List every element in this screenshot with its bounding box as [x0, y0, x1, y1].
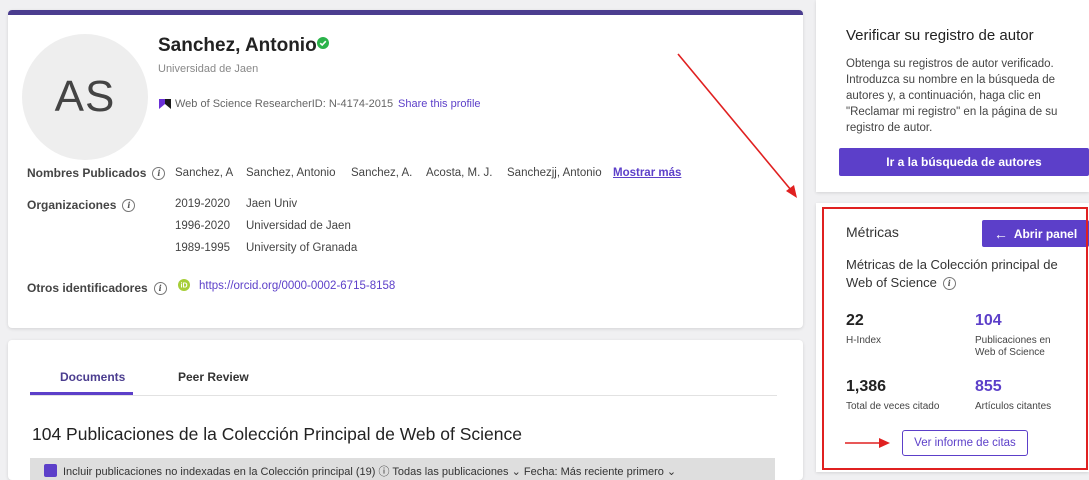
tab-peer-review[interactable]: Peer Review — [178, 370, 249, 384]
active-tab-indicator — [30, 392, 133, 395]
published-names-label-text: Nombres Publicados — [27, 166, 147, 180]
citing-articles-link[interactable]: 855 — [975, 378, 1002, 396]
documents-card: Documents Peer Review 104 Publicaciones … — [8, 340, 803, 480]
organization-years: 1989-1995 — [175, 242, 230, 254]
metrics-subtitle: Métricas de la Colección principal de We… — [846, 256, 1086, 292]
published-name-item: Sanchez, A — [175, 167, 234, 179]
verify-author-card: Verificar su registro de autor Obtenga s… — [816, 0, 1089, 192]
published-name-item: Acosta, M. J. — [426, 167, 493, 179]
author-affiliation: Universidad de Jaen — [158, 63, 259, 75]
published-names-label: Nombres Publicados i — [27, 166, 166, 181]
metrics-title: Métricas — [846, 224, 899, 240]
publications-filter-bar: Incluir publicaciones no indexadas en la… — [30, 458, 775, 480]
times-cited-value: 1,386 — [846, 378, 887, 395]
go-to-author-search-button[interactable]: Ir a la búsqueda de autores — [839, 148, 1089, 176]
show-more-link[interactable]: Mostrar más — [613, 167, 681, 179]
organization-name: University of Granada — [246, 242, 358, 254]
info-icon[interactable]: i — [153, 282, 167, 296]
organization-name: Jaen Univ — [246, 198, 298, 210]
verify-author-description: Obtenga su registros de autor verificado… — [846, 58, 1058, 134]
other-identifiers-label: Otros identificadores i — [27, 281, 167, 296]
organization-name: Universidad de Jaen — [246, 220, 351, 232]
verified-check-icon — [317, 37, 329, 49]
times-cited-label: Total de veces citado — [846, 401, 940, 412]
profile-card: AS Sanchez, Antonio Universidad de Jaen … — [8, 10, 803, 328]
publications-count-link[interactable]: 104 — [975, 312, 1002, 330]
info-icon[interactable]: i — [122, 199, 136, 213]
orcid-link[interactable]: https://orcid.org/0000-0002-6715-8158 — [199, 280, 395, 292]
researcher-id: Web of Science ResearcherID: N-4174-2015 — [175, 98, 394, 110]
verify-author-title: Verificar su registro de autor — [846, 27, 1034, 44]
author-name: Sanchez, Antonio — [158, 35, 317, 56]
share-profile-link[interactable]: Share this profile — [398, 98, 481, 110]
organizations-label: Organizaciones i — [27, 198, 136, 213]
published-name-item: Sanchez, A. — [351, 167, 413, 179]
avatar: AS — [22, 34, 148, 160]
citing-articles-label: Artículos citantes — [975, 401, 1052, 412]
filter-bar-text[interactable]: Incluir publicaciones no indexadas en la… — [63, 463, 676, 479]
profile-top-bar — [8, 10, 803, 15]
organizations-label-text: Organizaciones — [27, 198, 117, 212]
open-panel-button[interactable]: ← Abrir panel — [982, 220, 1089, 247]
h-index-value: 22 — [846, 312, 864, 329]
h-index-label: H-Index — [846, 335, 882, 346]
published-name-item: Sanchez, Antonio — [246, 167, 336, 179]
web-of-science-logo-icon — [159, 99, 171, 109]
orcid-icon: iD — [178, 279, 190, 291]
arrow-left-icon: ← — [993, 225, 1008, 242]
organization-years: 2019-2020 — [175, 198, 230, 210]
info-icon[interactable]: i — [942, 277, 956, 291]
other-identifiers-label-text: Otros identificadores — [27, 281, 148, 295]
tab-documents[interactable]: Documents — [60, 370, 125, 384]
open-panel-label: Abrir panel — [1013, 226, 1078, 241]
include-unindexed-checkbox[interactable] — [44, 464, 57, 477]
tabs-divider — [30, 395, 777, 396]
svg-text:iD: iD — [181, 283, 188, 290]
publications-count-label: Publicaciones en Web of Science — [975, 335, 1051, 358]
metrics-card: Métricas ← Abrir panel Métricas de la Co… — [816, 203, 1089, 472]
organization-years: 1996-2020 — [175, 220, 230, 232]
publications-heading: 104 Publicaciones de la Colección Princi… — [32, 424, 522, 444]
published-name-item: Sanchezjj, Antonio — [507, 167, 602, 179]
view-citation-report-button[interactable]: Ver informe de citas — [902, 430, 1028, 456]
info-icon[interactable]: i — [152, 167, 166, 181]
